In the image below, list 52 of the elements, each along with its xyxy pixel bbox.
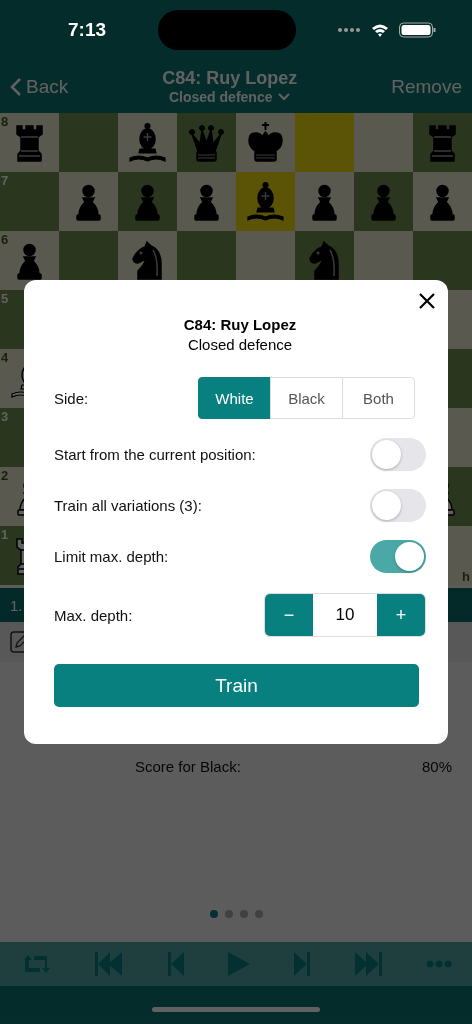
file-label: h [462,569,470,584]
skip-to-start-icon [94,952,125,976]
side-option[interactable]: Black [270,377,343,419]
train-button[interactable]: Train [54,664,419,707]
more-icon [425,960,452,968]
chevron-down-icon [278,93,291,101]
dialog-title: C84: Ruy Lopez [182,316,298,333]
chevron-left-icon [10,76,22,97]
step-forward-icon [293,952,312,976]
side-option[interactable]: White [198,377,271,419]
increment-button[interactable]: + [377,594,425,636]
decrement-button[interactable]: − [265,594,313,636]
toggle-label: Limit max. depth: [54,548,169,565]
page-dot[interactable] [254,910,263,918]
battery-icon [399,22,436,38]
status-time: 7:13 [68,19,107,41]
depth-label: Max. depth: [54,606,133,624]
rank-label: 4 [1,350,9,365]
rank-label: 1 [1,527,9,542]
rank-label: 2 [1,468,9,483]
page-dot[interactable] [224,910,233,918]
board-square[interactable] [413,231,472,290]
score-value: 80% [421,758,452,775]
toggle-switch[interactable] [370,438,426,471]
step-back-icon [166,952,185,976]
play-icon [227,952,251,976]
rank-label: 5 [1,291,9,306]
toggle-label: Train all variations (3): [54,497,202,514]
wifi-icon [371,22,389,38]
depth-value[interactable]: 10 [313,594,377,636]
close-button[interactable] [418,292,436,310]
close-icon [418,292,436,310]
toggle-label: Start from the current position: [54,446,256,463]
rank-label: 8 [1,114,9,129]
back-button[interactable]: Back [10,75,69,98]
page-dot[interactable] [209,910,218,918]
side-label: Side: [54,389,89,407]
toggle-switch[interactable] [370,489,426,522]
move-text[interactable]: 1. [10,596,23,614]
remove-button[interactable]: Remove [391,75,462,98]
score-label: Score for Black: [135,758,241,775]
side-option[interactable]: Both [342,377,415,419]
dialog-subtitle: Closed defence [186,336,294,353]
rank-label: 7 [1,173,9,188]
page-dot[interactable] [239,910,248,918]
cellular-signal-icon [337,27,361,33]
toggle-switch[interactable] [370,540,426,573]
variation-dropdown[interactable]: Closed defence [169,89,291,105]
skip-to-end-icon [353,952,384,976]
nav-title: C84: Ruy Lopez [162,68,298,89]
rank-label: 6 [1,232,9,247]
rank-label: 3 [1,409,9,424]
